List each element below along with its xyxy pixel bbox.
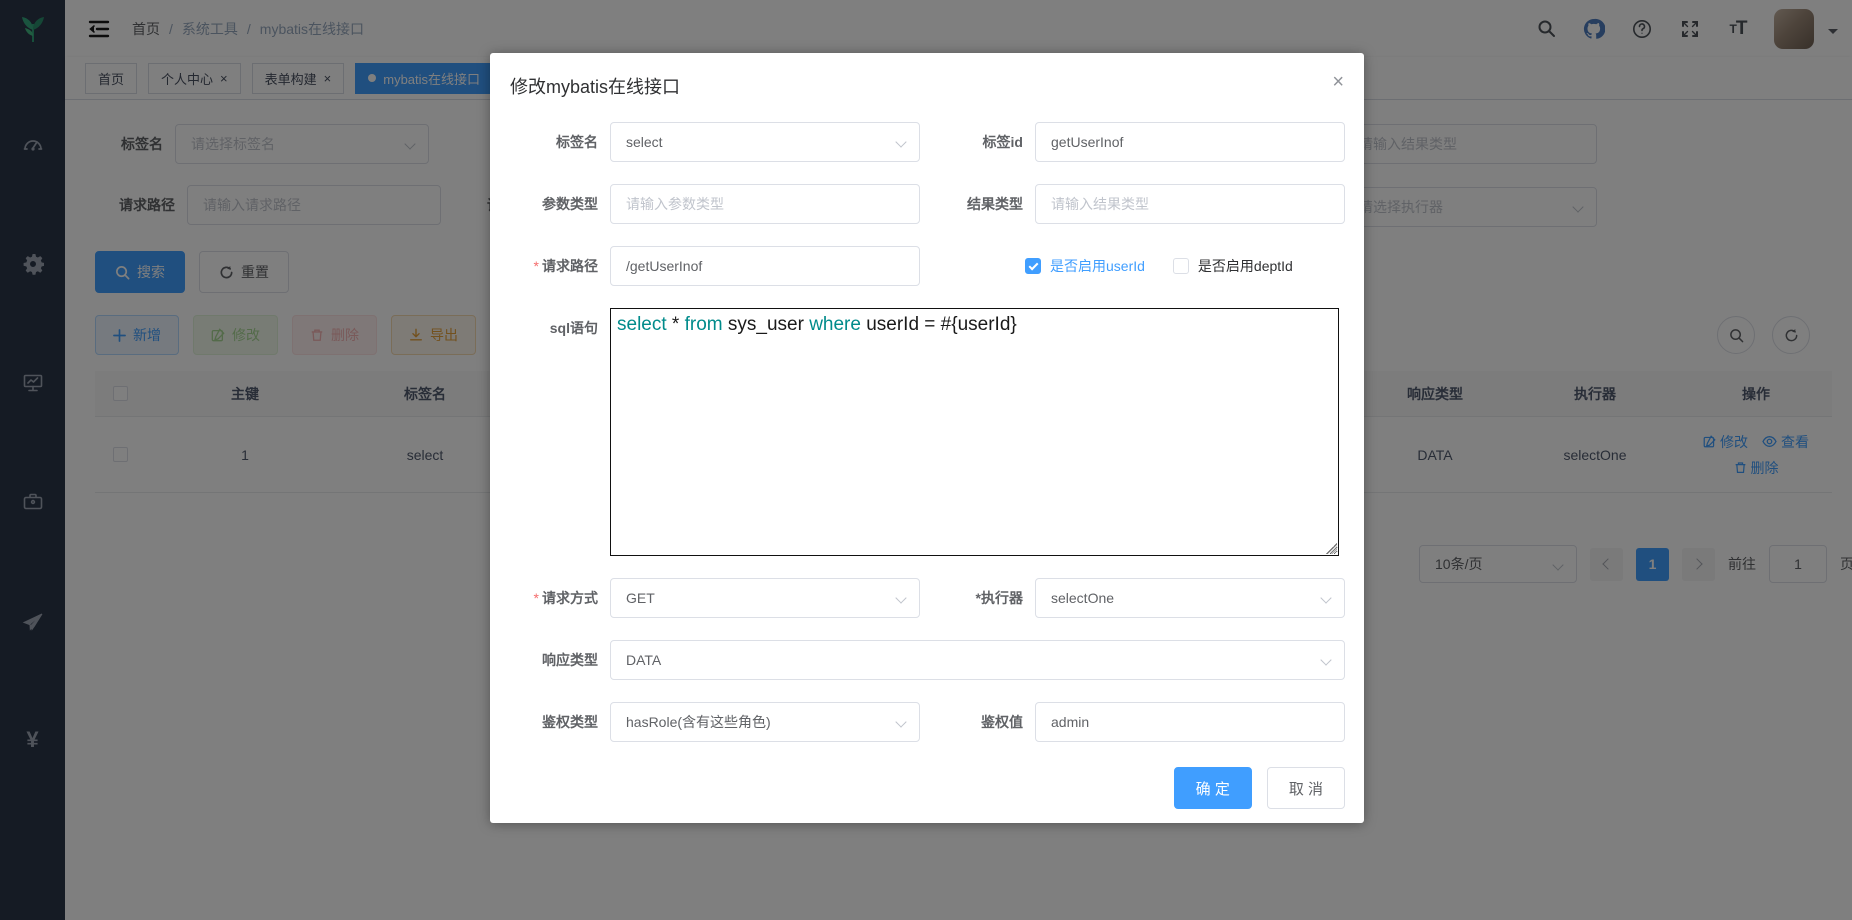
dialog-footer: 确 定 取 消 <box>490 764 1364 823</box>
checkbox-label: 是否启用deptId <box>1198 256 1293 276</box>
sql-text: * <box>667 314 685 335</box>
dialog-auth-value-input[interactable] <box>1035 702 1345 742</box>
field-label: sql语句 <box>490 318 610 338</box>
dialog-executor-select[interactable]: selectOne <box>1035 578 1345 618</box>
field-label: 鉴权类型 <box>490 712 610 732</box>
dialog-sql-row: sql语句 select * from sys_user where userI… <box>490 308 1345 556</box>
checkbox-label: 是否启用userId <box>1050 256 1145 276</box>
dialog-row-5: *请求方式 GET *执行器 selectOne <box>490 578 1345 618</box>
sql-text: userId = #{userId} <box>861 314 1017 335</box>
dialog-row-7: 鉴权类型 hasRole(含有这些角色) 鉴权值 <box>490 702 1345 742</box>
dialog-param-type-input[interactable] <box>610 184 920 224</box>
field-label: 标签名 <box>490 132 610 152</box>
enable-userid-checkbox[interactable]: 是否启用userId <box>1025 256 1145 276</box>
dialog-close-icon[interactable]: × <box>1332 72 1344 92</box>
result-type-input-el[interactable] <box>1051 196 1329 212</box>
dialog-method-select[interactable]: GET <box>610 578 920 618</box>
tag-id-input-el[interactable] <box>1051 134 1329 150</box>
sql-keyword: where <box>809 314 861 335</box>
param-type-input-el[interactable] <box>626 196 904 212</box>
required-mark: * <box>534 258 539 274</box>
dialog-row-3: *请求路径 是否启用userId 是否启用deptId <box>490 246 1345 286</box>
path-input-el[interactable] <box>626 258 904 274</box>
sql-editor[interactable]: select * from sys_user where userId = #{… <box>610 308 1339 556</box>
auth-value-input-el[interactable] <box>1051 714 1329 730</box>
chevron-down-icon <box>1320 654 1331 665</box>
dialog-title: 修改mybatis在线接口 <box>510 77 680 97</box>
cancel-button[interactable]: 取 消 <box>1267 767 1345 809</box>
chevron-down-icon <box>895 716 906 727</box>
select-value: select <box>626 134 663 150</box>
dialog-tag-name-select[interactable]: select <box>610 122 920 162</box>
dialog-row-2: 参数类型 结果类型 <box>490 184 1345 224</box>
dialog-row-6: 响应类型 DATA <box>490 640 1345 680</box>
checkbox-unchecked-icon[interactable] <box>1173 258 1189 274</box>
chevron-down-icon <box>1320 592 1331 603</box>
chevron-down-icon <box>895 592 906 603</box>
dialog-body: 标签名 select 标签id 参数类型 结果类型 *请求路径 <box>490 109 1364 742</box>
sql-keyword: from <box>685 314 723 335</box>
checkbox-checked-icon[interactable] <box>1025 258 1041 274</box>
select-value: selectOne <box>1051 590 1114 606</box>
dialog-result-type-input[interactable] <box>1035 184 1345 224</box>
field-label: 响应类型 <box>490 650 610 670</box>
select-value: GET <box>626 590 655 606</box>
field-label: *请求路径 <box>490 256 610 276</box>
chevron-down-icon <box>895 136 906 147</box>
required-mark: * <box>534 590 539 606</box>
dialog-header: 修改mybatis在线接口 × <box>490 53 1364 109</box>
enable-deptid-checkbox[interactable]: 是否启用deptId <box>1173 256 1293 276</box>
dialog-path-input[interactable] <box>610 246 920 286</box>
confirm-button[interactable]: 确 定 <box>1174 767 1252 809</box>
sql-keyword: select <box>617 314 667 335</box>
sql-text: sys_user <box>723 314 810 335</box>
field-label: 参数类型 <box>490 194 610 214</box>
dialog-tag-id-input[interactable] <box>1035 122 1345 162</box>
field-label: *请求方式 <box>490 588 610 608</box>
dialog-auth-type-select[interactable]: hasRole(含有这些角色) <box>610 702 920 742</box>
field-label: 鉴权值 <box>920 712 1035 732</box>
field-label: *执行器 <box>920 588 1035 608</box>
resize-handle[interactable] <box>1326 543 1337 554</box>
dialog-row-1: 标签名 select 标签id <box>490 122 1345 162</box>
select-value: hasRole(含有这些角色) <box>626 712 771 732</box>
field-label: 标签id <box>920 132 1035 152</box>
field-label: 结果类型 <box>920 194 1035 214</box>
select-value: DATA <box>626 652 661 668</box>
edit-mybatis-dialog: 修改mybatis在线接口 × 标签名 select 标签id 参数类型 结果类… <box>490 53 1364 823</box>
dialog-response-type-select[interactable]: DATA <box>610 640 1345 680</box>
